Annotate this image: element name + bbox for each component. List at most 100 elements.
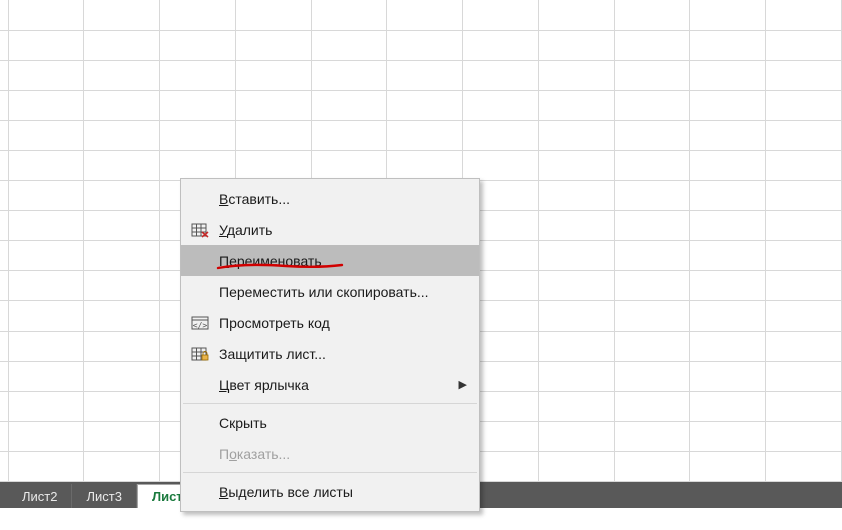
cell[interactable]	[160, 0, 236, 30]
cell[interactable]	[8, 241, 84, 271]
cell[interactable]	[8, 150, 84, 180]
cell[interactable]	[84, 150, 160, 180]
cell[interactable]	[614, 361, 690, 391]
menu-item-insert[interactable]: Вставить...	[181, 183, 479, 214]
cell[interactable]	[0, 451, 8, 481]
cell[interactable]	[614, 241, 690, 271]
cell[interactable]	[311, 30, 387, 60]
cell[interactable]	[84, 241, 160, 271]
cell[interactable]	[538, 271, 614, 301]
cell[interactable]	[387, 120, 463, 150]
cell[interactable]	[311, 150, 387, 180]
menu-item-tab_color[interactable]: Цвет ярлычка▶	[181, 369, 479, 400]
cell[interactable]	[463, 0, 539, 30]
cell[interactable]	[463, 30, 539, 60]
cell[interactable]	[538, 150, 614, 180]
cell[interactable]	[0, 271, 8, 301]
cell[interactable]	[690, 211, 766, 241]
cell[interactable]	[614, 90, 690, 120]
menu-item-select_all[interactable]: Выделить все листы	[181, 476, 479, 507]
cell[interactable]	[766, 331, 842, 361]
cell[interactable]	[614, 60, 690, 90]
cell[interactable]	[311, 120, 387, 150]
cell[interactable]	[0, 0, 8, 30]
cell[interactable]	[766, 391, 842, 421]
cell[interactable]	[538, 331, 614, 361]
cell[interactable]	[160, 120, 236, 150]
cell[interactable]	[538, 361, 614, 391]
cell[interactable]	[8, 30, 84, 60]
cell[interactable]	[8, 120, 84, 150]
cell[interactable]	[0, 331, 8, 361]
cell[interactable]	[0, 150, 8, 180]
cell[interactable]	[0, 90, 8, 120]
cell[interactable]	[8, 181, 84, 211]
cell[interactable]	[614, 451, 690, 481]
cell[interactable]	[235, 0, 311, 30]
cell[interactable]	[766, 421, 842, 451]
cell[interactable]	[690, 421, 766, 451]
cell[interactable]	[766, 211, 842, 241]
cell[interactable]	[463, 150, 539, 180]
cell[interactable]	[160, 60, 236, 90]
cell[interactable]	[690, 120, 766, 150]
cell[interactable]	[0, 211, 8, 241]
cell[interactable]	[538, 181, 614, 211]
cell[interactable]	[766, 241, 842, 271]
cell[interactable]	[614, 150, 690, 180]
cell[interactable]	[0, 241, 8, 271]
cell[interactable]	[84, 120, 160, 150]
cell[interactable]	[0, 301, 8, 331]
cell[interactable]	[84, 451, 160, 481]
cell[interactable]	[614, 391, 690, 421]
cell[interactable]	[614, 181, 690, 211]
menu-item-protect[interactable]: Защитить лист...	[181, 338, 479, 369]
cell[interactable]	[766, 30, 842, 60]
cell[interactable]	[538, 120, 614, 150]
cell[interactable]	[235, 150, 311, 180]
cell[interactable]	[311, 0, 387, 30]
cell[interactable]	[235, 60, 311, 90]
cell[interactable]	[766, 0, 842, 30]
cell[interactable]	[766, 361, 842, 391]
cell[interactable]	[387, 0, 463, 30]
cell[interactable]	[8, 211, 84, 241]
cell[interactable]	[538, 391, 614, 421]
cell[interactable]	[84, 391, 160, 421]
cell[interactable]	[8, 60, 84, 90]
cell[interactable]	[84, 90, 160, 120]
cell[interactable]	[235, 90, 311, 120]
cell[interactable]	[690, 271, 766, 301]
cell[interactable]	[160, 90, 236, 120]
sheet-tab[interactable]: Лист2	[8, 484, 72, 508]
cell[interactable]	[538, 60, 614, 90]
cell[interactable]	[690, 0, 766, 30]
cell[interactable]	[0, 60, 8, 90]
cell[interactable]	[235, 120, 311, 150]
cell[interactable]	[8, 331, 84, 361]
cell[interactable]	[463, 90, 539, 120]
cell[interactable]	[84, 60, 160, 90]
cell[interactable]	[766, 451, 842, 481]
cell[interactable]	[690, 301, 766, 331]
cell[interactable]	[538, 30, 614, 60]
cell[interactable]	[84, 211, 160, 241]
cell[interactable]	[235, 30, 311, 60]
cell[interactable]	[766, 60, 842, 90]
cell[interactable]	[8, 391, 84, 421]
cell[interactable]	[160, 30, 236, 60]
cell[interactable]	[690, 361, 766, 391]
cell[interactable]	[766, 181, 842, 211]
cell[interactable]	[84, 421, 160, 451]
cell[interactable]	[614, 120, 690, 150]
cell[interactable]	[84, 361, 160, 391]
cell[interactable]	[8, 451, 84, 481]
cell[interactable]	[160, 150, 236, 180]
cell[interactable]	[84, 30, 160, 60]
cell[interactable]	[387, 30, 463, 60]
cell[interactable]	[614, 211, 690, 241]
cell[interactable]	[8, 361, 84, 391]
cell[interactable]	[690, 150, 766, 180]
cell[interactable]	[766, 271, 842, 301]
cell[interactable]	[766, 150, 842, 180]
